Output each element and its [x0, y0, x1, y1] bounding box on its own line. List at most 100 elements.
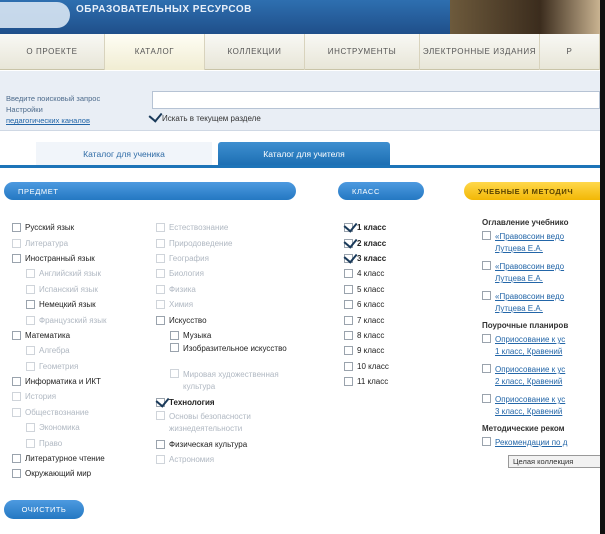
grade-checkbox[interactable] [344, 346, 353, 356]
subject-item[interactable]: Основы безопасности жизнедеятельности [156, 410, 306, 437]
lesson-plan-item[interactable]: Оприосование к ус 1 класс, Кравений [482, 334, 600, 358]
nav-item[interactable]: КАТАЛОГ [105, 34, 205, 70]
grade-item[interactable]: 3 класс [344, 251, 434, 266]
subject-checkbox[interactable] [156, 284, 165, 294]
textbook-contents-checkbox[interactable] [482, 291, 491, 300]
lesson-plan-checkbox[interactable] [482, 334, 491, 343]
subject-item[interactable]: Литературное чтение [12, 451, 152, 466]
grade-item[interactable]: 4 класс [344, 266, 434, 281]
subject-checkbox[interactable] [26, 284, 35, 294]
subject-checkbox[interactable] [26, 346, 35, 356]
nav-item[interactable]: ИНСТРУМЕНТЫ [305, 34, 420, 70]
subject-item[interactable]: Изобразительное искусство [156, 343, 306, 369]
subject-item[interactable]: Физическая культура [156, 437, 306, 452]
textbook-contents-link-author[interactable]: Лутцева Е.А. [495, 273, 564, 285]
subject-checkbox[interactable] [156, 269, 165, 279]
tab-teacher-catalog[interactable]: Каталог для учителя [218, 142, 390, 165]
subject-item[interactable]: Искусство [156, 312, 306, 327]
subject-checkbox[interactable] [156, 300, 165, 310]
subject-checkbox[interactable] [12, 238, 21, 248]
subject-checkbox[interactable] [26, 300, 35, 310]
nav-item[interactable]: О ПРОЕКТЕ [0, 34, 105, 70]
grade-checkbox[interactable] [344, 377, 353, 387]
textbook-contents-link-author[interactable]: Лутцева Е.А. [495, 303, 564, 315]
subject-checkbox[interactable] [26, 423, 35, 433]
search-in-section-checkbox[interactable] [150, 114, 159, 123]
subject-item[interactable]: Экономика [12, 420, 152, 435]
tab-student-catalog[interactable]: Каталог для ученика [36, 142, 212, 165]
whole-collection-button[interactable]: Целая коллекция [508, 455, 600, 468]
subject-item[interactable]: География [156, 251, 306, 266]
subject-checkbox[interactable] [26, 315, 35, 325]
nav-item[interactable]: ЭЛЕКТРОННЫЕ ИЗДАНИЯ [420, 34, 540, 70]
subject-checkbox[interactable] [170, 369, 179, 379]
lesson-plan-checkbox[interactable] [482, 394, 491, 403]
lesson-plan-link[interactable]: Оприосование к ус [495, 334, 565, 346]
grade-item[interactable]: 9 класс [344, 343, 434, 358]
lesson-plan-item[interactable]: Оприосование к ус 3 класс, Кравений [482, 394, 600, 418]
nav-item[interactable]: КОЛЛЕКЦИИ [205, 34, 305, 70]
subject-checkbox[interactable] [156, 439, 165, 449]
nav-item[interactable]: Р [540, 34, 600, 70]
subject-item[interactable]: Технология [156, 395, 306, 410]
lesson-plan-link-author[interactable]: 3 класс, Кравений [495, 406, 565, 418]
grade-checkbox[interactable] [344, 330, 353, 340]
subject-checkbox[interactable] [170, 343, 179, 353]
textbook-contents-link[interactable]: «Правовсоин ведо [495, 291, 564, 303]
textbook-contents-item[interactable]: «Правовсоин ведо Лутцева Е.А. [482, 291, 600, 315]
subject-checkbox[interactable] [26, 269, 35, 279]
grade-item[interactable]: 7 класс [344, 312, 434, 327]
textbook-contents-link-author[interactable]: Лутцева Е.А. [495, 243, 564, 255]
subject-checkbox[interactable] [26, 361, 35, 371]
subject-checkbox[interactable] [156, 238, 165, 248]
grade-checkbox[interactable] [344, 284, 353, 294]
grade-item[interactable]: 5 класс [344, 282, 434, 297]
lesson-plan-link[interactable]: Оприосование к ус [495, 364, 565, 376]
subject-checkbox[interactable] [156, 253, 165, 263]
subject-item[interactable]: Право [12, 435, 152, 450]
method-recommendation-link[interactable]: Рекомендации по д [495, 437, 567, 449]
subject-item[interactable]: Астрономия [156, 452, 306, 467]
pedagogical-channels-link[interactable]: педагогических каналов [6, 115, 138, 126]
grade-checkbox[interactable] [344, 315, 353, 325]
subject-item[interactable]: Иностранный язык [12, 251, 152, 266]
grade-item[interactable]: 11 класс [344, 374, 434, 389]
subject-item[interactable]: Музыка [156, 328, 306, 343]
textbook-contents-checkbox[interactable] [482, 261, 491, 270]
subject-checkbox[interactable] [156, 223, 165, 233]
subject-checkbox[interactable] [156, 455, 165, 465]
subject-item[interactable]: Алгебра [12, 343, 152, 358]
lesson-plan-link[interactable]: Оприосование к ус [495, 394, 565, 406]
subject-checkbox[interactable] [12, 454, 21, 464]
grade-checkbox[interactable] [344, 361, 353, 371]
subject-item[interactable]: Природоведение [156, 235, 306, 250]
textbook-contents-link[interactable]: «Правовсоин ведо [495, 231, 564, 243]
subject-checkbox[interactable] [170, 330, 179, 340]
subject-checkbox[interactable] [26, 438, 35, 448]
subject-item[interactable]: Обществознание [12, 405, 152, 420]
subject-checkbox[interactable] [12, 392, 21, 402]
method-recommendation-item[interactable]: Рекомендации по д [482, 437, 600, 449]
subject-checkbox[interactable] [156, 315, 165, 325]
site-logo[interactable] [0, 2, 70, 28]
subject-checkbox[interactable] [12, 330, 21, 340]
grade-item[interactable]: 8 класс [344, 328, 434, 343]
subject-item[interactable]: Информатика и ИКТ [12, 374, 152, 389]
subject-item[interactable]: Английский язык [12, 266, 152, 281]
clear-button[interactable]: ОЧИСТИТЬ [4, 500, 84, 519]
lesson-plan-item[interactable]: Оприосование к ус 2 класс, Кравений [482, 364, 600, 388]
subject-item[interactable]: Геометрия [12, 359, 152, 374]
lesson-plan-checkbox[interactable] [482, 364, 491, 373]
subject-item[interactable]: Физика [156, 282, 306, 297]
grade-checkbox[interactable] [344, 253, 353, 263]
grade-checkbox[interactable] [344, 269, 353, 279]
subject-item[interactable]: Испанский язык [12, 282, 152, 297]
lesson-plan-link-author[interactable]: 2 класс, Кравений [495, 376, 565, 388]
subject-item[interactable]: Французский язык [12, 312, 152, 327]
grade-checkbox[interactable] [344, 238, 353, 248]
textbook-contents-item[interactable]: «Правовсоин ведо Лутцева Е.А. [482, 261, 600, 285]
subject-item[interactable]: Математика [12, 328, 152, 343]
subject-checkbox[interactable] [12, 253, 21, 263]
subject-checkbox[interactable] [156, 410, 165, 420]
textbook-contents-item[interactable]: «Правовсоин ведо Лутцева Е.А. [482, 231, 600, 255]
